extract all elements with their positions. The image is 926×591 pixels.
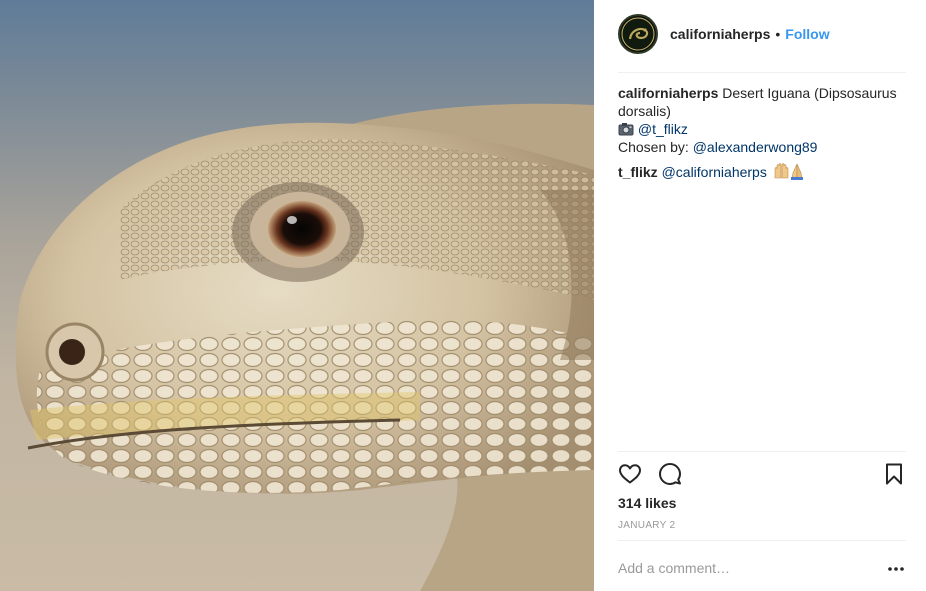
post-actions [618, 462, 906, 486]
caption-area: californiaherps Desert Iguana (Dipsosaur… [618, 84, 908, 181]
header-separator: • [775, 26, 781, 42]
chosen-by-handle-link[interactable]: @alexanderwong89 [693, 139, 818, 155]
post-photo[interactable] [0, 0, 594, 591]
save-button[interactable] [882, 462, 906, 486]
heart-icon [619, 464, 641, 484]
header-username[interactable]: californiaherps [670, 26, 770, 42]
more-options-button[interactable] [886, 560, 906, 576]
comment-divider [618, 540, 906, 541]
comment-item: t_flikz @californiaherps [618, 162, 908, 181]
ellipsis-icon [888, 567, 904, 571]
desert-iguana-photo [15, 103, 594, 591]
post-header: californiaherps • Follow [618, 14, 906, 54]
chosen-by-label: Chosen by: [618, 139, 689, 155]
speech-bubble-icon [659, 463, 681, 485]
post-side-panel: californiaherps • Follow californiaherps… [594, 0, 926, 591]
actions-divider [618, 451, 906, 452]
avatar[interactable] [618, 14, 658, 54]
photo-credit: @t_flikz [618, 120, 908, 138]
camera-icon [618, 123, 634, 136]
follow-button[interactable]: Follow [785, 26, 829, 42]
header-divider [618, 72, 906, 73]
credit-handle-link[interactable]: @t_flikz [638, 121, 688, 137]
snake-logo-icon [621, 17, 655, 51]
chosen-by: Chosen by: @alexanderwong89 [618, 138, 908, 156]
raised-hands-and-praying-hands-emoji [774, 163, 803, 180]
likes-count[interactable]: 314 likes [618, 495, 676, 511]
caption-username[interactable]: californiaherps [618, 85, 718, 101]
post-date[interactable]: JANUARY 2 [618, 520, 675, 531]
caption: californiaherps Desert Iguana (Dipsosaur… [618, 84, 908, 120]
comment-username[interactable]: t_flikz [618, 164, 658, 180]
like-button[interactable] [618, 462, 642, 486]
comment-button[interactable] [658, 462, 682, 486]
bookmark-icon [886, 463, 902, 485]
comment-mention-link[interactable]: @californiaherps [662, 164, 767, 180]
add-comment-input[interactable] [618, 558, 878, 578]
